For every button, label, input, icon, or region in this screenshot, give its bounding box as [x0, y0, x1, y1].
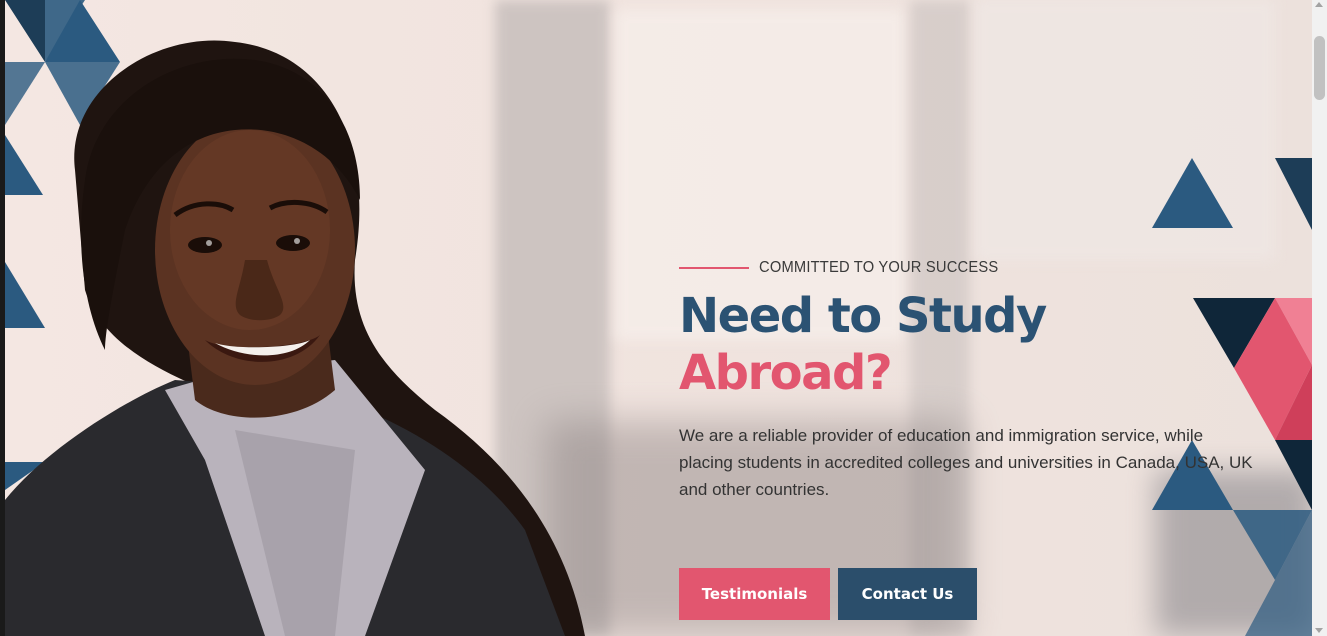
contact-us-button[interactable]: Contact Us — [838, 568, 977, 620]
headline-line-1: Need to Study — [679, 288, 1047, 344]
headline-line-2: Abroad? — [679, 345, 893, 401]
eyebrow-text: COMMITTED TO YOUR SUCCESS — [759, 259, 999, 276]
hero-banner: COMMITTED TO YOUR SUCCESS Need to Study … — [5, 0, 1312, 636]
scrollbar-thumb[interactable] — [1314, 36, 1325, 100]
scroll-down-arrow-icon[interactable] — [1315, 628, 1323, 633]
student-photo — [5, 40, 585, 636]
hero-buttons: Testimonials Contact Us — [679, 568, 977, 620]
vertical-scrollbar[interactable] — [1312, 0, 1327, 636]
eyebrow-divider — [679, 267, 749, 269]
hero-description: We are a reliable provider of education … — [679, 426, 1253, 499]
scroll-up-arrow-icon[interactable] — [1315, 2, 1323, 7]
hero-headline: Need to Study Abroad? — [679, 288, 1279, 402]
hero-content: COMMITTED TO YOUR SUCCESS Need to Study … — [679, 258, 1279, 620]
testimonials-button[interactable]: Testimonials — [679, 568, 830, 620]
eyebrow: COMMITTED TO YOUR SUCCESS — [679, 258, 1279, 278]
